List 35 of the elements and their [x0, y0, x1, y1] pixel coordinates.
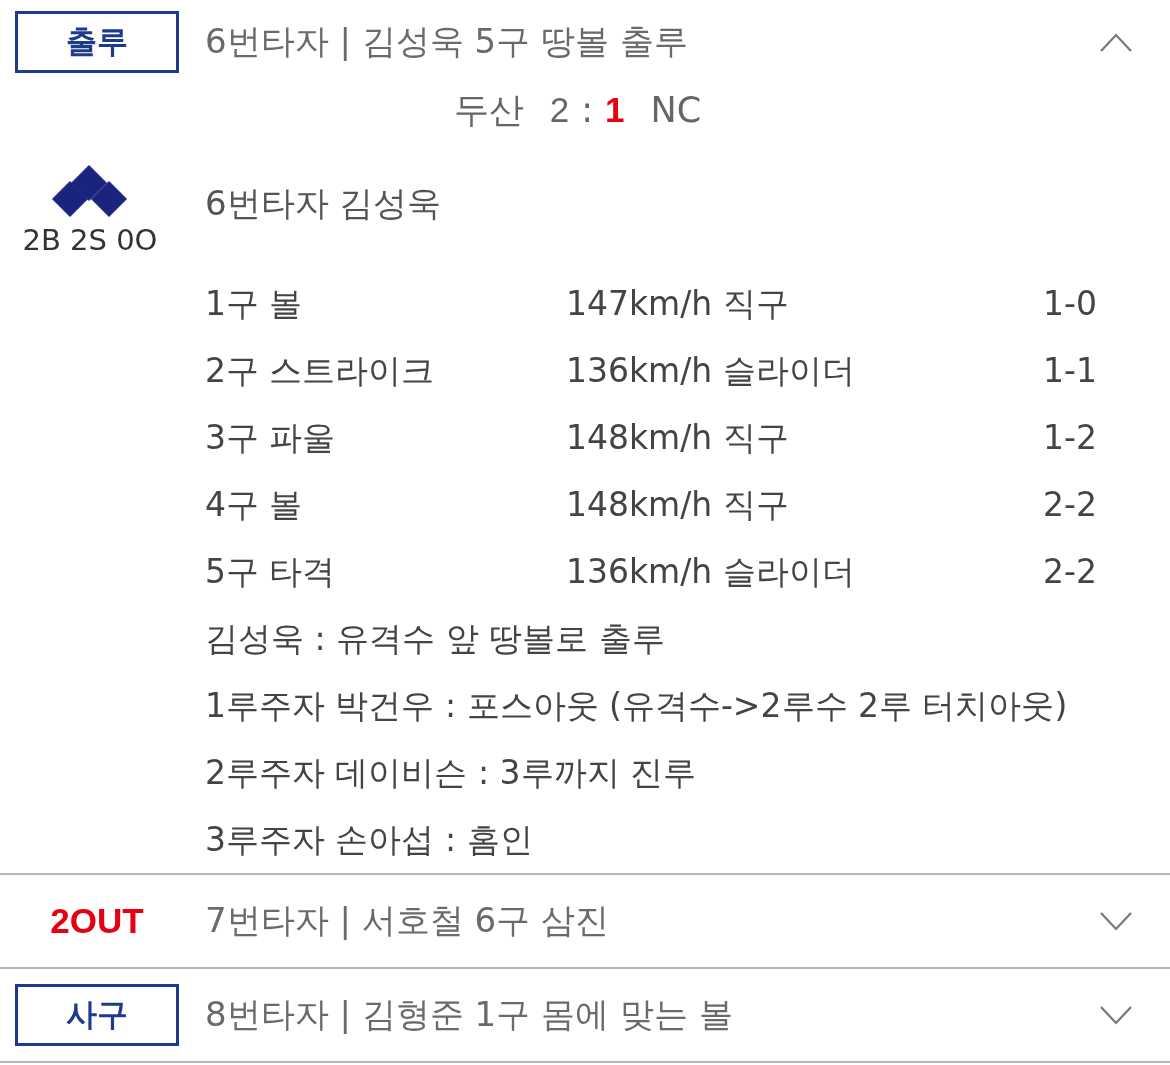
pitch-count-cell-text: 1-0 [1043, 283, 1097, 325]
batter-name: 6번타자 김성욱 [205, 182, 443, 225]
chevron-down-icon[interactable] [1100, 1005, 1132, 1025]
result-badge: 출루 [15, 11, 179, 73]
pitch-result-cell-text: 1구 볼 [205, 283, 304, 325]
pitch-result-cell-text: 3구 파울 [205, 417, 337, 459]
chevron-up-icon[interactable] [1100, 32, 1132, 52]
pitch-speed-cell-text: 136km/h 슬라이더 [566, 350, 856, 392]
pitch-count-cell-text: 2-2 [1043, 551, 1097, 593]
ball-count-text: 2B 2S 0O [22, 223, 158, 257]
result-badge: 사구 [15, 984, 179, 1046]
team-score: 2 [549, 90, 570, 130]
play-title[interactable]: 8번타자 | 김형준 1구 몸에 맞는 볼 [205, 992, 1100, 1038]
pitch-result-cell-text: 2구 스트라이크 [205, 350, 436, 392]
play-result-text: 3루주자 손아섭 : 홈인 [205, 819, 534, 861]
chevron-down-icon[interactable] [1100, 911, 1132, 931]
team-name: NC [650, 90, 702, 130]
play-result-text: 2루주자 데이비슨 : 3루까지 진루 [205, 752, 698, 794]
pitch-result-cell-text: 4구 볼 [205, 484, 304, 526]
pitch-count-cell-text: 1-1 [1043, 350, 1097, 392]
pitch-speed-cell-text: 148km/h 직구 [566, 417, 790, 459]
play-result-text: 1루주자 박건우 : 포스아웃 (유격수->2루수 2루 터치아웃) [205, 685, 1069, 727]
play-result-text: 김성욱 : 유격수 앞 땅볼로 출루 [205, 618, 666, 660]
team-name: 두산 [453, 88, 524, 132]
play-title[interactable]: 7번타자 | 서호철 6구 삼진 [205, 898, 1100, 944]
pitch-speed-cell-text: 147km/h 직구 [566, 283, 790, 325]
play-title[interactable]: 6번타자 | 김성욱 5구 땅볼 출루 [205, 19, 1100, 65]
score-separator: : [581, 90, 594, 130]
pitch-speed-cell-text: 148km/h 직구 [566, 484, 790, 526]
pitch-result-cell-text: 5구 타격 [205, 551, 337, 593]
pitch-count-cell-text: 2-2 [1043, 484, 1097, 526]
team-score: 1 [605, 90, 625, 130]
pitch-count-cell-text: 1-2 [1043, 417, 1097, 459]
out-count-label: 2OUT [49, 901, 145, 941]
pitch-speed-cell-text: 136km/h 슬라이더 [566, 551, 856, 593]
